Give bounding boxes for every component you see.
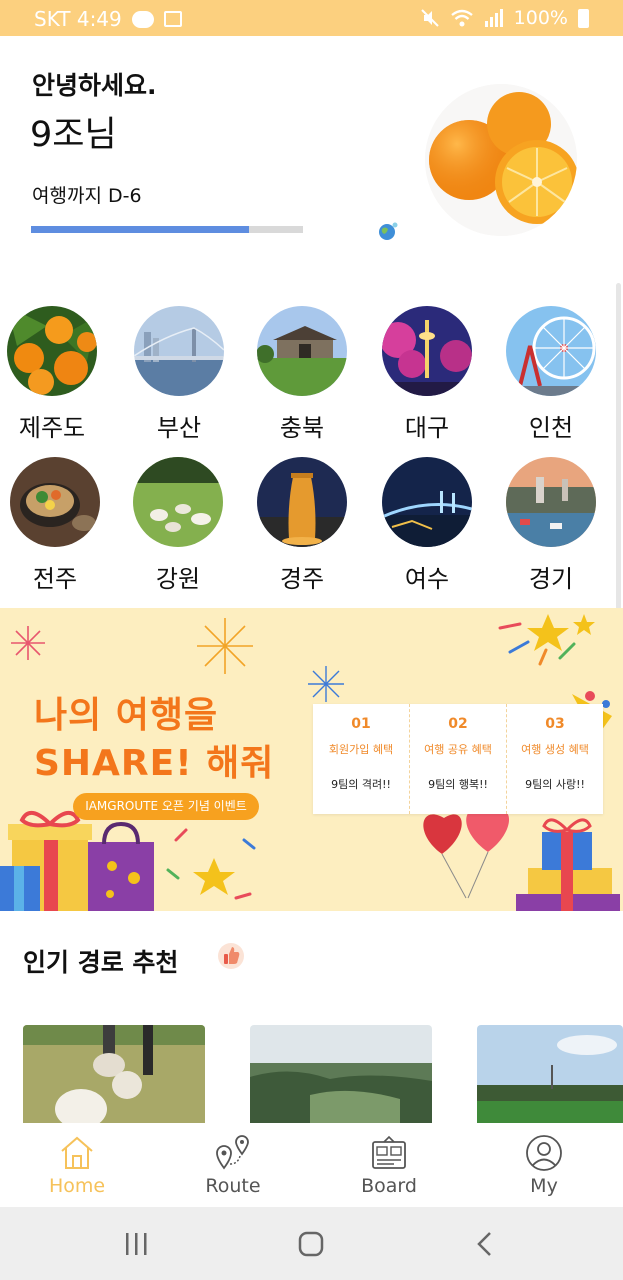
route-pin-icon (216, 1135, 249, 1170)
green-field-photo (477, 1025, 623, 1123)
banner-title-line1: 나의 여행을 (34, 695, 219, 736)
trip-progress-fill (31, 226, 249, 233)
region-label: 인천 (528, 414, 574, 442)
region-item-busan[interactable]: 부산 (124, 306, 234, 443)
region-item-daegu[interactable]: 대구 (372, 306, 482, 443)
chat-bubble-icon (131, 10, 154, 28)
benefit-title: 여행 공유 혜택 (424, 743, 492, 756)
gangwon-sheep-image (133, 457, 223, 547)
jeju-tangerines-image (7, 306, 97, 396)
event-banner[interactable]: 나의 여행을 SHARE! 해줘 IAMGROUTE 오픈 기념 이벤트 01 … (0, 608, 623, 911)
route-card[interactable] (477, 1025, 623, 1123)
user-icon (526, 1135, 562, 1171)
region-item-incheon[interactable]: 인천 (496, 306, 606, 443)
benefit-column: 03 여행 생성 혜택 9팀의 사랑!! (507, 704, 603, 814)
route-card[interactable] (23, 1025, 205, 1123)
jeonju-bibimbap-image (10, 457, 100, 547)
region-label: 경기 (528, 565, 574, 593)
banner-benefit-card: 01 회원가입 혜택 9팀의 격려!! 02 여행 공유 혜택 9팀의 행복!!… (313, 704, 603, 814)
region-label: 전주 (32, 565, 78, 593)
home-icon (61, 1136, 93, 1169)
yeosu-night-bridge-image (382, 457, 472, 547)
route-card[interactable] (250, 1025, 432, 1123)
region-label: 강원 (155, 565, 201, 593)
image-icon (163, 11, 182, 27)
battery-icon (578, 8, 589, 28)
battery-text: 100% (513, 7, 568, 29)
popular-routes-title: 인기 경로 추천 (23, 948, 179, 977)
nav-my[interactable]: My (484, 1123, 604, 1207)
dday-text: 여행까지 D-6 (32, 185, 142, 207)
region-label: 여수 (404, 565, 450, 593)
region-item-jeju[interactable]: 제주도 (0, 306, 107, 443)
banner-title-line2: SHARE! 해줘 (34, 743, 275, 784)
benefit-subtitle: 9팀의 격려!! (331, 778, 391, 791)
sheep-field-photo (23, 1025, 205, 1123)
gyeongju-cheomseongdae-image (257, 457, 347, 547)
globe-icon (379, 222, 398, 240)
daegu-tower-image (382, 306, 472, 396)
status-time: SKT 4:49 (34, 7, 122, 31)
region-item-gyeongju[interactable]: 경주 (247, 457, 357, 594)
mute-icon (420, 9, 439, 27)
region-item-gyeonggi[interactable]: 경기 (496, 457, 606, 594)
benefit-column: 01 회원가입 혜택 9팀의 격려!! (313, 704, 410, 814)
thumbs-up-icon (218, 943, 244, 969)
region-item-gangwon[interactable]: 강원 (123, 457, 233, 594)
nav-label: Board (361, 1175, 417, 1197)
nav-label: My (530, 1175, 558, 1197)
greeting-text: 안녕하세요. (32, 71, 157, 100)
region-label: 경주 (279, 565, 325, 593)
nav-label: Route (205, 1175, 261, 1197)
region-item-chungbuk[interactable]: 충북 (247, 306, 357, 443)
status-bar: SKT 4:49 100% (0, 0, 623, 36)
chungbuk-fortress-image (257, 306, 347, 396)
benefit-number: 02 (448, 716, 468, 732)
benefit-title: 회원가입 혜택 (328, 743, 394, 756)
benefit-number: 01 (351, 716, 371, 732)
wifi-icon (450, 9, 473, 27)
benefit-subtitle: 9팀의 행복!! (428, 778, 488, 791)
user-name: 9조님 (30, 115, 117, 155)
system-navigation-bar (0, 1207, 623, 1280)
incheon-ferris-wheel-image (506, 306, 596, 396)
nav-board[interactable]: Board (329, 1123, 449, 1207)
banner-event-pill: IAMGROUTE 오픈 기념 이벤트 (73, 793, 259, 820)
region-item-yeosu[interactable]: 여수 (372, 457, 482, 594)
region-item-jeonju[interactable]: 전주 (0, 457, 110, 594)
back-icon[interactable] (470, 1231, 500, 1257)
gyeonggi-park-image (506, 457, 596, 547)
tangerine-photo (425, 84, 577, 236)
benefit-number: 03 (545, 716, 565, 732)
region-label: 충북 (279, 414, 325, 442)
region-label: 부산 (156, 414, 202, 442)
recent-apps-icon[interactable] (122, 1231, 152, 1257)
profile-avatar[interactable] (425, 84, 577, 236)
benefit-subtitle: 9팀의 사랑!! (525, 778, 585, 791)
benefit-column: 02 여행 공유 혜택 9팀의 행복!! (410, 704, 507, 814)
home-button-icon[interactable] (296, 1231, 326, 1257)
bottom-navigation: Home Route Board My (0, 1123, 623, 1207)
nav-route[interactable]: Route (173, 1123, 293, 1207)
busan-bridge-image (134, 306, 224, 396)
trip-progress-bar (31, 226, 303, 233)
nav-home[interactable]: Home (17, 1123, 137, 1207)
benefit-title: 여행 생성 혜택 (521, 743, 589, 756)
nav-label: Home (48, 1175, 106, 1197)
region-label: 대구 (404, 414, 450, 442)
board-icon (372, 1135, 406, 1169)
region-label: 제주도 (18, 414, 86, 442)
signal-icon (484, 9, 503, 27)
forest-hills-photo (250, 1025, 432, 1123)
